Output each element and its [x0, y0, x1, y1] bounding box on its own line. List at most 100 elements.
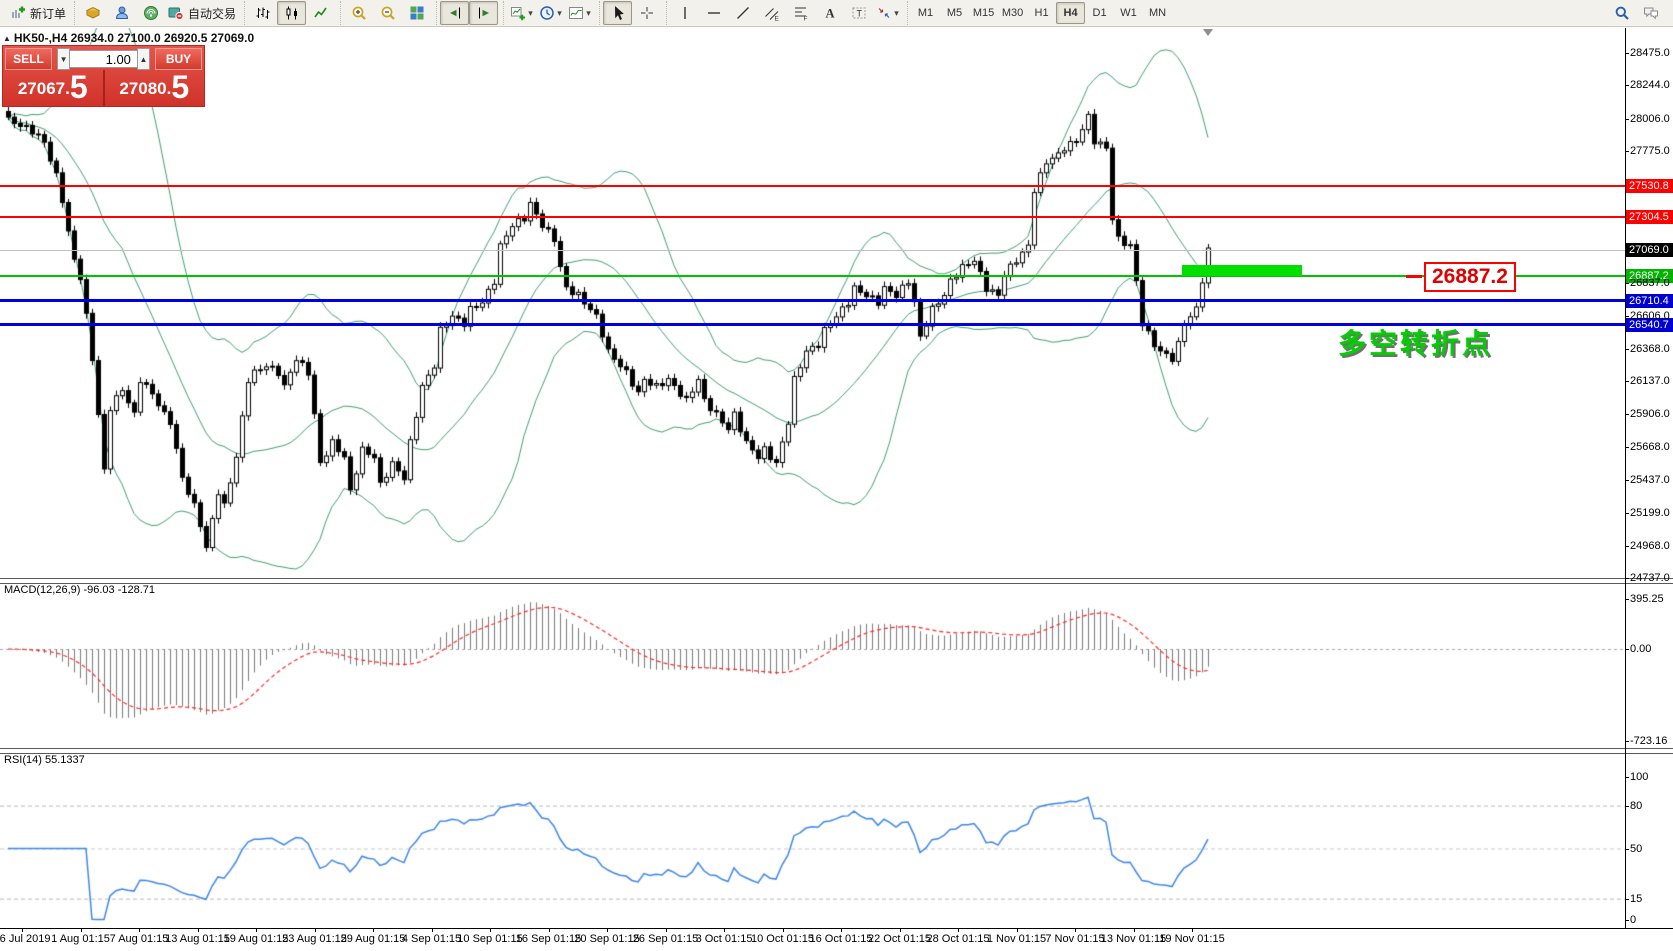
chart-shift-marker[interactable]: [1203, 29, 1213, 36]
time-tick-label: 26 Jul 2019: [0, 933, 50, 945]
dropdown-caret-icon[interactable]: ▾: [528, 8, 533, 19]
search-icon[interactable]: [1607, 1, 1636, 25]
collapse-triangle-icon[interactable]: ▲: [3, 34, 11, 43]
horizontal-level-line[interactable]: [0, 299, 1625, 302]
macd-panel-splitter[interactable]: [0, 578, 1673, 584]
text-label-icon[interactable]: T: [844, 1, 873, 25]
time-tick: [1192, 928, 1193, 932]
horizontal-level-line[interactable]: [0, 216, 1625, 218]
line-chart-icon[interactable]: [306, 1, 335, 25]
indicators-icon[interactable]: ▾: [565, 1, 594, 25]
vertical-line-icon[interactable]: [670, 1, 699, 25]
rsi-panel-splitter[interactable]: [0, 748, 1673, 754]
time-tick-label: 19 Aug 01:15: [224, 933, 289, 945]
crosshair-icon[interactable]: [632, 1, 661, 25]
price-tick-label: 26137.0: [1630, 375, 1670, 387]
timeframe-M5[interactable]: M5: [940, 2, 969, 24]
chart-window: ▲HK50-,H4 26934.0 27100.0 26920.5 27069.…: [0, 28, 1673, 951]
arrows-icon[interactable]: ▾: [873, 1, 902, 25]
time-tick-label: 13 Aug 01:15: [165, 933, 230, 945]
profiles-icon[interactable]: [78, 1, 107, 25]
time-tick-label: 1 Aug 01:15: [51, 933, 110, 945]
candlestick-chart-icon[interactable]: [277, 1, 306, 25]
channel-icon[interactable]: E: [757, 1, 786, 25]
price-tick: [1625, 119, 1629, 120]
bar-chart-icon[interactable]: [248, 1, 277, 25]
timeframe-group: M1M5M15M30H1H4D1W1MN: [907, 1, 1175, 25]
time-tick: [841, 928, 842, 932]
horizontal-level-line[interactable]: [0, 275, 1625, 277]
new-order-icon[interactable]: 新订单: [7, 1, 69, 25]
time-axis-line: [0, 928, 1673, 929]
time-tick-label: 7 Aug 01:15: [110, 933, 169, 945]
timeframe-D1[interactable]: D1: [1085, 2, 1114, 24]
time-tick: [900, 928, 901, 932]
zoom-out-icon[interactable]: [373, 1, 402, 25]
time-tick-label: 4 Sep 01:15: [402, 933, 461, 945]
toolbar-group: [436, 1, 501, 25]
price-tick-label: 25906.0: [1630, 408, 1670, 420]
timeframe-W1[interactable]: W1: [1114, 2, 1143, 24]
dropdown-caret-icon[interactable]: ▾: [894, 8, 899, 19]
timeframe-H4[interactable]: H4: [1056, 2, 1085, 24]
toolbar-group: E F A T ▾: [666, 1, 905, 25]
time-tick-label: 10 Oct 01:15: [751, 933, 814, 945]
one-click-trading-panel: SELL ▼ ▲ BUY 27067.5 27080.5: [2, 45, 205, 107]
volume-input[interactable]: [70, 50, 137, 68]
cursor-icon[interactable]: [603, 1, 632, 25]
time-tick: [1075, 928, 1076, 932]
trendline-icon[interactable]: [728, 1, 757, 25]
price-callout[interactable]: 26887.2: [1424, 262, 1516, 292]
sell-button[interactable]: SELL: [5, 48, 52, 70]
zoom-in-icon[interactable]: [344, 1, 373, 25]
price-tick: [1625, 53, 1629, 54]
ask-price[interactable]: 27080.5: [105, 70, 205, 106]
signals-icon[interactable]: [136, 1, 165, 25]
new-chart-icon[interactable]: ▾: [507, 1, 536, 25]
time-tick-label: 19 Nov 01:15: [1159, 933, 1224, 945]
svg-text:F: F: [803, 16, 807, 22]
chinese-annotation[interactable]: 多空转折点: [1338, 322, 1493, 362]
fibonacci-icon[interactable]: F: [786, 1, 815, 25]
text-icon[interactable]: A: [815, 1, 844, 25]
chart-shift-icon[interactable]: [440, 1, 469, 25]
chat-icon[interactable]: [1636, 1, 1665, 25]
bid-price[interactable]: 27067.5: [3, 70, 103, 106]
price-tick-label: 24737.0: [1630, 572, 1670, 584]
macd-tick: [1625, 599, 1629, 600]
rsi-tick-label: 50: [1630, 843, 1642, 855]
timeframe-M30[interactable]: M30: [998, 2, 1027, 24]
horizontal-level-line[interactable]: [0, 250, 1625, 251]
dropdown-caret-icon[interactable]: ▾: [586, 8, 591, 19]
time-tick: [256, 928, 257, 932]
toolbar-group: 新订单: [4, 1, 72, 25]
price-tick: [1625, 85, 1629, 86]
price-tick-label: 25668.0: [1630, 441, 1670, 453]
tile-windows-icon[interactable]: [402, 1, 431, 25]
auto-scroll-icon[interactable]: [469, 1, 498, 25]
period-icon[interactable]: ▾: [536, 1, 565, 25]
autotrading-icon[interactable]: 自动交易: [165, 1, 239, 25]
timeframe-M1[interactable]: M1: [911, 2, 940, 24]
market-watch-icon[interactable]: [107, 1, 136, 25]
price-tick-label: 26606.0: [1630, 310, 1670, 322]
horizontal-line-icon[interactable]: [699, 1, 728, 25]
macd-tick-label: -723.16: [1630, 735, 1667, 747]
buy-button[interactable]: BUY: [155, 48, 202, 70]
dropdown-caret-icon[interactable]: ▾: [557, 8, 562, 19]
time-tick-label: 16 Oct 01:15: [810, 933, 873, 945]
timeframe-M15[interactable]: M15: [969, 2, 998, 24]
time-tick: [315, 928, 316, 932]
horizontal-level-line[interactable]: [0, 185, 1625, 187]
svg-text:T: T: [856, 9, 862, 19]
volume-down-button[interactable]: ▼: [57, 48, 70, 70]
rsi-tick: [1625, 806, 1629, 807]
time-tick-label: 7 Nov 01:15: [1045, 933, 1104, 945]
price-chart-canvas[interactable]: [0, 28, 1625, 928]
timeframe-MN[interactable]: MN: [1143, 2, 1172, 24]
timeframe-H1[interactable]: H1: [1027, 2, 1056, 24]
time-tick-label: 10 Sep 01:15: [457, 933, 522, 945]
volume-up-button[interactable]: ▲: [137, 48, 150, 70]
time-tick: [139, 928, 140, 932]
time-tick-label: 22 Oct 01:15: [868, 933, 931, 945]
